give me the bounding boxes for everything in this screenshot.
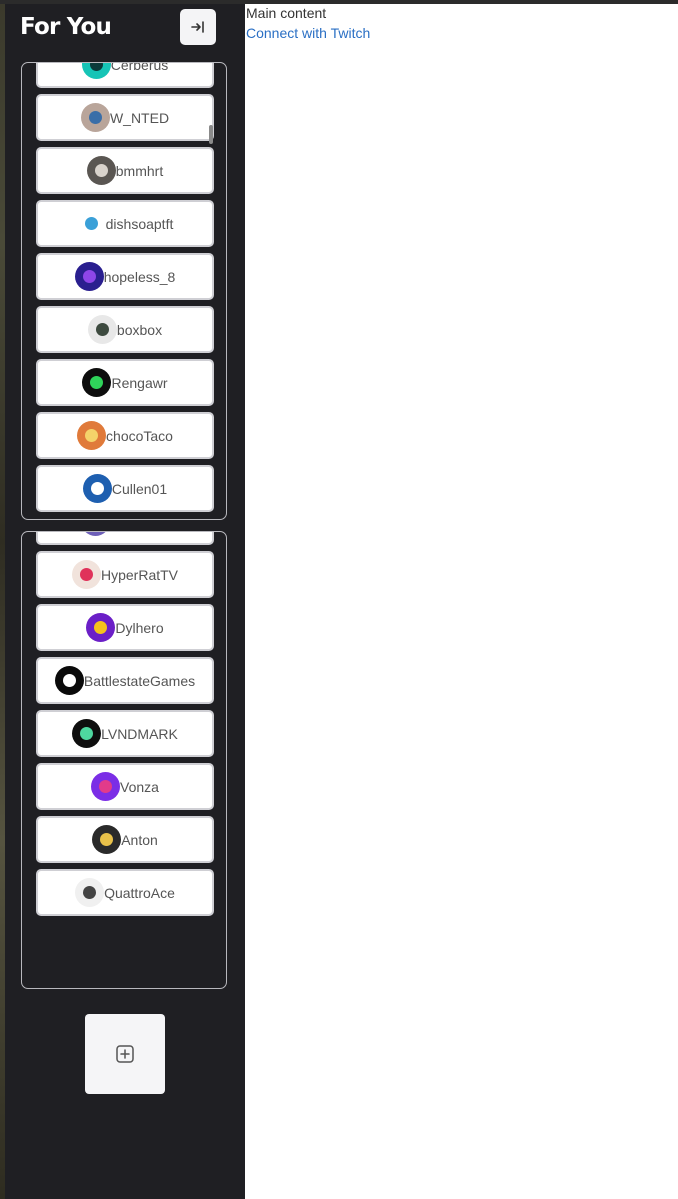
add-list-button[interactable] xyxy=(85,1014,165,1094)
channel-name: Vonza xyxy=(120,778,159,795)
channel-item[interactable]: Rengawr xyxy=(36,359,214,406)
channel-item[interactable]: W_NTED xyxy=(36,94,214,141)
avatar xyxy=(87,315,117,344)
avatar xyxy=(80,103,110,132)
avatar xyxy=(71,560,101,589)
channel-name: BattlestateGames xyxy=(83,672,196,689)
avatar-mark xyxy=(84,217,98,230)
channel-item[interactable]: BattlestateGames xyxy=(36,657,214,704)
avatar xyxy=(77,421,107,450)
avatar-mark xyxy=(83,886,97,899)
avatar-mark xyxy=(85,429,99,442)
avatar xyxy=(72,719,102,748)
avatar xyxy=(80,532,110,536)
channel-item[interactable]: Vonza xyxy=(36,763,214,810)
channel-item[interactable]: HyperRatTV xyxy=(36,551,214,598)
channel-item[interactable]: LVNDMARK xyxy=(36,710,214,757)
channel-name: chocoTaco xyxy=(106,427,173,444)
avatar-mark xyxy=(94,621,108,634)
sidebar: For You Cerberus W_NTEDbmmhrt dishsoaptft h… xyxy=(5,4,245,1199)
channel-name: boxbox xyxy=(116,321,163,338)
avatar-mark xyxy=(100,833,114,846)
plus-square-icon xyxy=(116,1045,134,1063)
avatar-mark xyxy=(90,376,104,389)
avatar xyxy=(54,666,84,695)
avatar-mark xyxy=(90,482,104,495)
avatar xyxy=(91,772,121,801)
channel-item[interactable]: Anton xyxy=(36,816,214,863)
channel-name: hopeless_8 xyxy=(103,268,176,285)
avatar-mark xyxy=(99,780,113,793)
channel-name: Cullen01 xyxy=(111,480,168,497)
channel-item[interactable]: chocoTaco xyxy=(36,412,214,459)
channel-name: dishsoaptft xyxy=(105,215,174,232)
avatar-mark xyxy=(94,164,108,177)
channel-name: W_NTED xyxy=(109,109,170,126)
channel-name: QuattroAce xyxy=(104,884,175,901)
avatar xyxy=(82,474,112,503)
avatar xyxy=(86,156,116,185)
connect-twitch-link[interactable]: Connect with Twitch xyxy=(246,25,370,41)
channel-item[interactable]: QuattroAce xyxy=(36,869,214,916)
avatar xyxy=(74,262,104,291)
sidebar-title: For You xyxy=(20,14,112,40)
channel-list-panel-1[interactable]: Cerberus W_NTEDbmmhrt dishsoaptft hopeless_… xyxy=(21,62,227,520)
channel-name: LVNDMARK xyxy=(101,725,178,742)
channel-name: Anton xyxy=(121,831,158,848)
channel-name: Rengawr xyxy=(111,374,168,391)
avatar-mark xyxy=(79,568,93,581)
channel-item[interactable]: Cullen01 xyxy=(36,465,214,512)
channel-item[interactable]: bmmhrt xyxy=(36,147,214,194)
avatar-mark xyxy=(80,727,94,740)
channel-item[interactable]: AquaFPS xyxy=(36,532,214,545)
avatar-mark xyxy=(88,111,102,124)
avatar-mark xyxy=(62,674,76,687)
avatar-mark xyxy=(89,63,103,71)
channel-list-panel-2[interactable]: AquaFPS HyperRatTV Dylhero BattlestateGames… xyxy=(21,531,227,989)
avatar xyxy=(81,63,111,79)
scrollbar-thumb[interactable] xyxy=(209,125,213,144)
channel-item[interactable]: Cerberus xyxy=(36,62,214,88)
avatar xyxy=(86,613,116,642)
channel-name: bmmhrt xyxy=(115,162,164,179)
avatar xyxy=(92,825,122,854)
avatar-mark xyxy=(95,323,109,336)
channel-item[interactable]: Dylhero xyxy=(36,604,214,651)
avatar xyxy=(82,368,112,397)
arrow-right-to-bar-icon xyxy=(191,21,204,33)
avatar xyxy=(75,878,105,907)
avatar xyxy=(76,209,106,238)
channel-item[interactable]: dishsoaptft xyxy=(36,200,214,247)
main-content-label: Main content xyxy=(246,5,327,21)
channel-name: HyperRatTV xyxy=(100,566,179,583)
channel-item[interactable]: hopeless_8 xyxy=(36,253,214,300)
channel-name: Dylhero xyxy=(115,619,164,636)
channel-item[interactable]: boxbox xyxy=(36,306,214,353)
avatar-mark xyxy=(82,270,96,283)
collapse-sidebar-button[interactable] xyxy=(180,9,216,45)
channel-name: Cerberus xyxy=(110,62,169,73)
